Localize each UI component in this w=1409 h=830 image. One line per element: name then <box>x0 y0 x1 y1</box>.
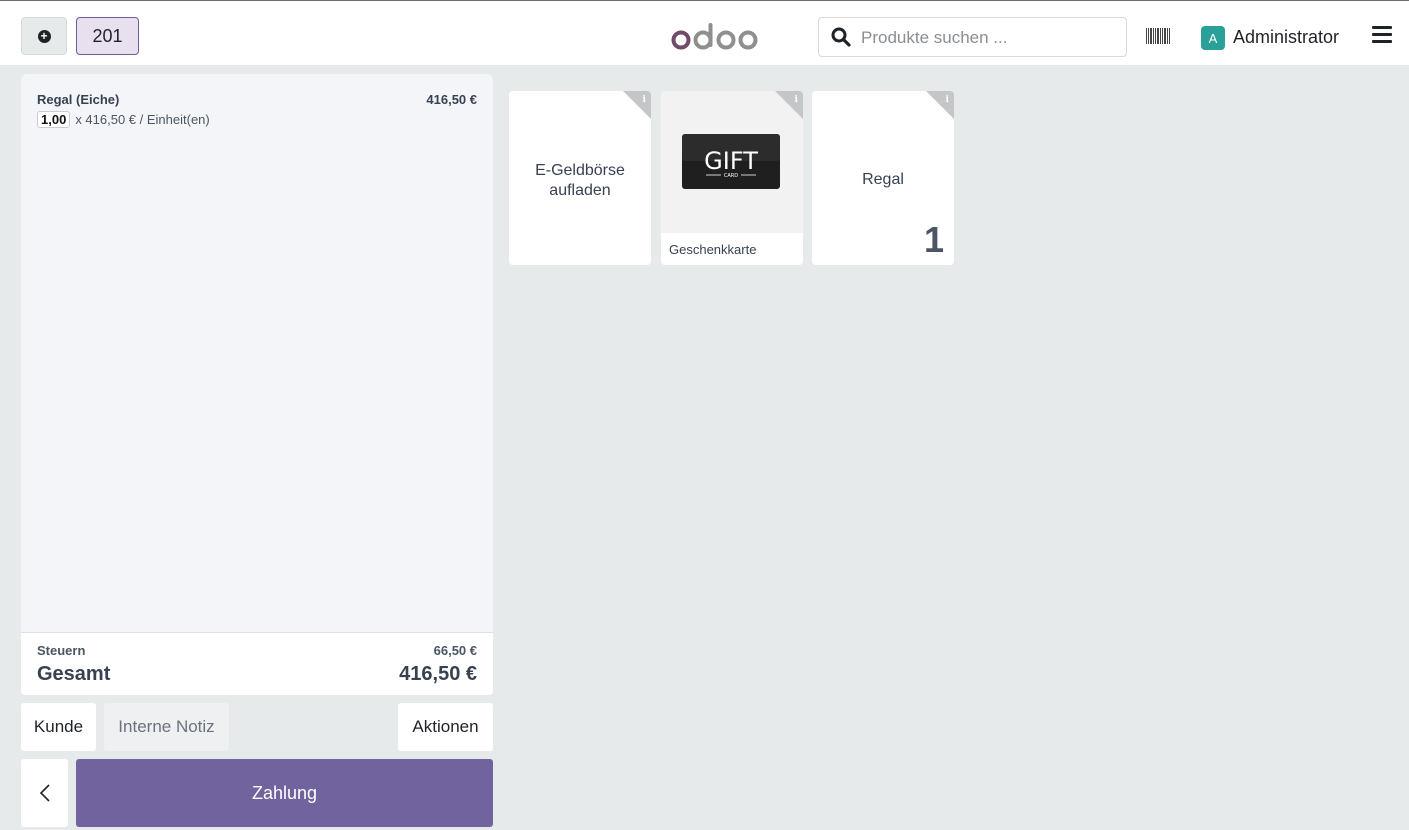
search-input[interactable] <box>859 22 1113 54</box>
info-icon[interactable]: i <box>775 91 803 119</box>
gift-card-title: GIFT <box>704 147 758 175</box>
new-order-button[interactable]: + <box>21 17 67 55</box>
product-name: E-Geldbörse aufladen <box>535 162 625 199</box>
internal-note-button[interactable]: Interne Notiz <box>104 703 229 751</box>
chevron-left-icon <box>39 784 50 802</box>
order-panel: Regal (Eiche) 416,50 € 1,00 x 416,50 € / … <box>21 74 493 695</box>
payment-button[interactable]: Zahlung <box>76 759 493 827</box>
barcode-icon[interactable] <box>1146 28 1170 44</box>
order-line-unit-price: x 416,50 € / Einheit(en) <box>75 112 210 127</box>
svg-text:i: i <box>795 95 799 105</box>
customer-button[interactable]: Kunde <box>21 703 96 751</box>
hamburger-menu-icon[interactable] <box>1372 26 1392 44</box>
product-card-ewallet[interactable]: E-Geldbörse aufladen i <box>509 91 651 265</box>
total-value: 416,50 € <box>399 663 477 685</box>
user-name[interactable]: Administrator <box>1233 27 1339 48</box>
order-line-price: 416,50 € <box>426 92 477 107</box>
product-card-giftcard[interactable]: GIFT CARD Geschenkkarte i <box>661 91 803 265</box>
back-button[interactable] <box>21 759 68 827</box>
order-tab-button[interactable]: 201 <box>76 17 139 55</box>
odoo-logo <box>671 23 758 50</box>
svg-text:i: i <box>946 95 950 105</box>
tax-value: 66,50 € <box>433 643 477 658</box>
product-name: Geschenkkarte <box>669 242 757 257</box>
actions-button[interactable]: Aktionen <box>398 703 493 751</box>
user-avatar[interactable]: A <box>1201 26 1225 50</box>
tax-label: Steuern <box>37 643 86 658</box>
product-card-regal[interactable]: Regal 1 i <box>812 91 954 265</box>
order-totals: Steuern 66,50 € Gesamt 416,50 € <box>21 632 493 695</box>
product-search[interactable] <box>818 17 1127 57</box>
order-line-quantity: 1,00 <box>37 111 71 128</box>
total-label: Gesamt <box>37 663 111 685</box>
top-bar: + 201 A Administrator <box>0 0 1409 65</box>
info-icon[interactable]: i <box>926 91 954 119</box>
product-quantity-badge: 1 <box>923 219 944 260</box>
product-name: Regal <box>862 171 904 188</box>
plus-circle-icon: + <box>37 29 51 43</box>
order-line-details: 1,00 x 416,50 € / Einheit(en) <box>37 111 210 128</box>
search-icon <box>831 27 851 47</box>
info-icon[interactable]: i <box>623 91 651 119</box>
gift-card-subtitle: CARD <box>724 173 738 179</box>
svg-text:i: i <box>643 95 647 105</box>
order-line-name: Regal (Eiche) <box>37 92 120 107</box>
